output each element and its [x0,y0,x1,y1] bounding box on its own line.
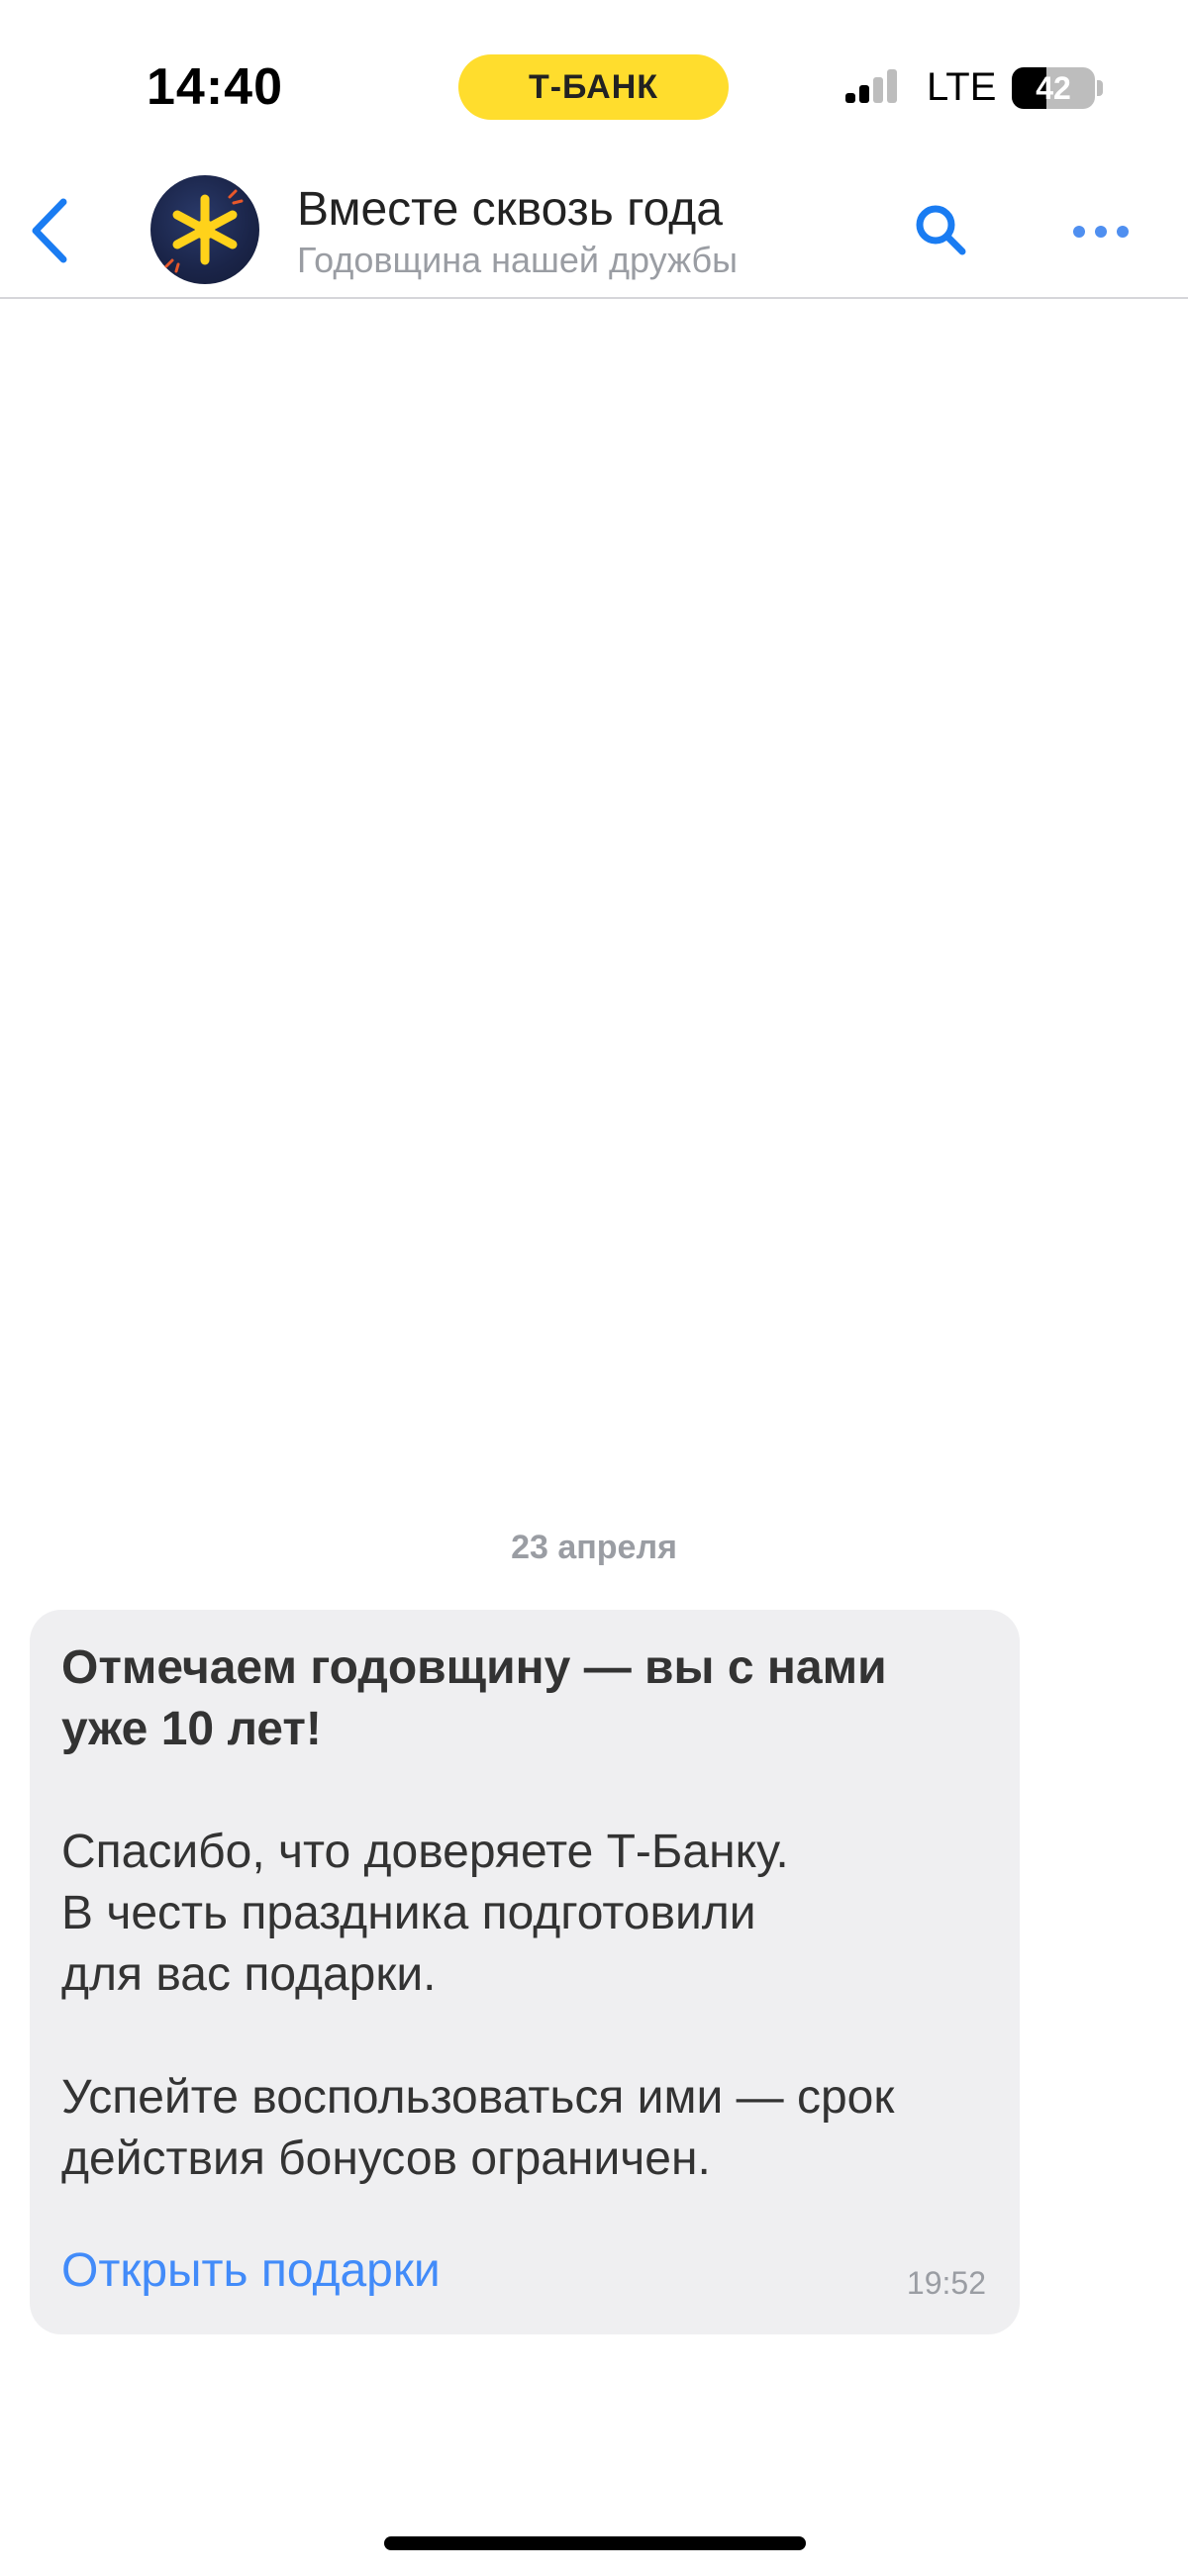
home-indicator[interactable] [384,2536,806,2550]
message-time: 19:52 [906,2265,986,2301]
open-gifts-link[interactable]: Открыть подарки [61,2243,441,2298]
battery-icon: 42 [1012,67,1095,109]
avatar[interactable] [150,175,259,284]
status-time: 14:40 [147,58,283,116]
bank-name: Т-БАНК [528,67,659,106]
search-icon [916,205,966,255]
chat-title: Вместе сквозь года [297,183,723,236]
search-button[interactable] [909,198,972,261]
chat-subtitle: Годовщина нашей дружбы [297,240,739,280]
bank-pill[interactable]: Т-БАНК [458,54,729,120]
message-paragraph: Успейте воспользоваться ими — срок дейст… [61,2071,895,2185]
more-button[interactable] [1069,208,1133,255]
message-bubble: Отмечаем годовщину — вы с нами уже 10 ле… [30,1610,1020,2334]
battery-level: 42 [1036,69,1071,106]
star-burst-icon [164,189,244,273]
network-label: LTE [927,65,997,109]
ellipsis-icon [1073,226,1129,238]
date-divider: 23 апреля [511,1529,677,1566]
message-heading: Отмечаем годовщину — вы с нами уже 10 ле… [61,1641,887,1755]
chevron-left-icon [32,198,67,263]
status-bar: 14:40 Т-БАНК LTE 42 [0,0,1188,168]
signal-icon [845,69,897,103]
message-paragraph: Спасибо, что доверяете Т-Банку. В честь … [61,1826,789,2001]
back-button[interactable] [20,186,79,275]
chat-header: Вместе сквозь года Годовщина нашей дружб… [0,168,1188,299]
battery-cap [1097,80,1103,96]
